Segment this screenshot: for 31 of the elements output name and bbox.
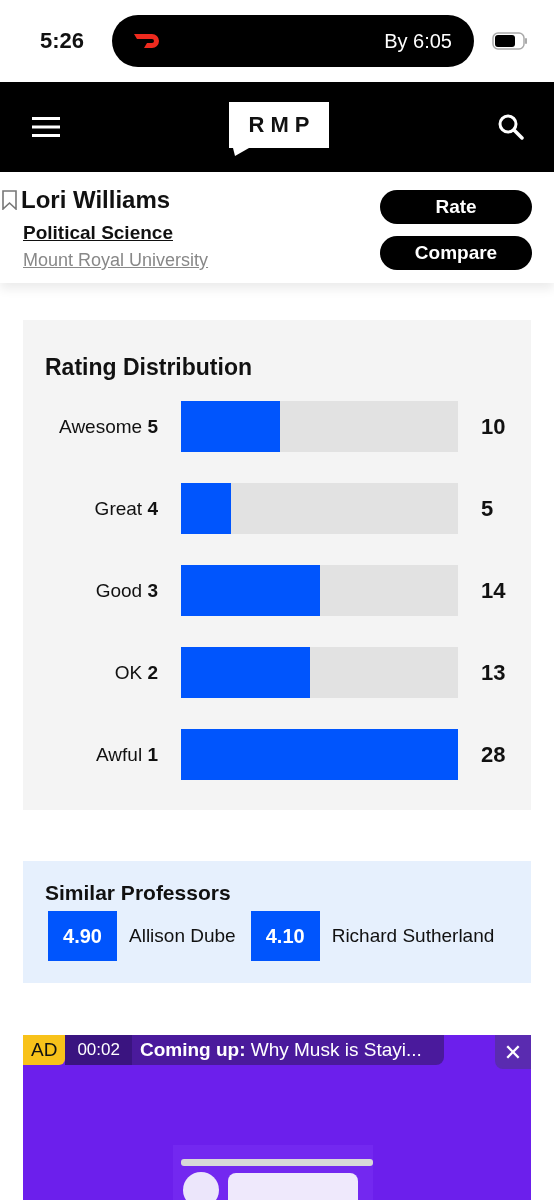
action-button[interactable]: Rate xyxy=(380,190,532,224)
coming-up-text: Coming up: Why Musk is Stayi... xyxy=(131,1035,444,1065)
rating-label: OK 2 xyxy=(113,661,159,684)
rating-count: 28 xyxy=(481,741,506,768)
battery-icon xyxy=(492,32,528,50)
rating-count: 5 xyxy=(481,495,494,522)
professor-link[interactable]: Allison Dube xyxy=(129,925,236,947)
menu-icon[interactable] xyxy=(32,117,60,137)
professor-name: Lori Williams xyxy=(21,186,171,214)
rating-score: 4.90 xyxy=(48,911,117,961)
rating-label: Awful 1 xyxy=(95,743,159,766)
status-time: 5:26 xyxy=(40,28,86,54)
department-link[interactable]: Political Science xyxy=(23,222,173,244)
card-title: Rating Distribution xyxy=(45,354,253,381)
ad-badge: AD xyxy=(23,1035,66,1065)
school-link[interactable]: Mount Royal University xyxy=(23,250,209,271)
rating-count: 13 xyxy=(481,659,506,686)
rating-count: 10 xyxy=(481,413,506,440)
rating-count: 14 xyxy=(481,577,506,604)
ad-timer: 00:02 xyxy=(65,1035,132,1065)
eta-text: By 6:05 xyxy=(384,29,452,53)
rating-label: Awesome 5 xyxy=(58,415,159,438)
close-button[interactable]: ✕ xyxy=(495,1035,531,1069)
search-icon[interactable] xyxy=(498,114,524,140)
bookmark-icon[interactable] xyxy=(2,190,17,210)
rating-score: 4.10 xyxy=(250,911,320,961)
action-button[interactable]: Compare xyxy=(380,236,532,270)
rating-label: Good 3 xyxy=(94,579,159,602)
rating-label: Great 4 xyxy=(93,497,159,520)
professor-link[interactable]: Richard Sutherland xyxy=(331,925,495,947)
card-title: Similar Professors xyxy=(45,881,232,905)
